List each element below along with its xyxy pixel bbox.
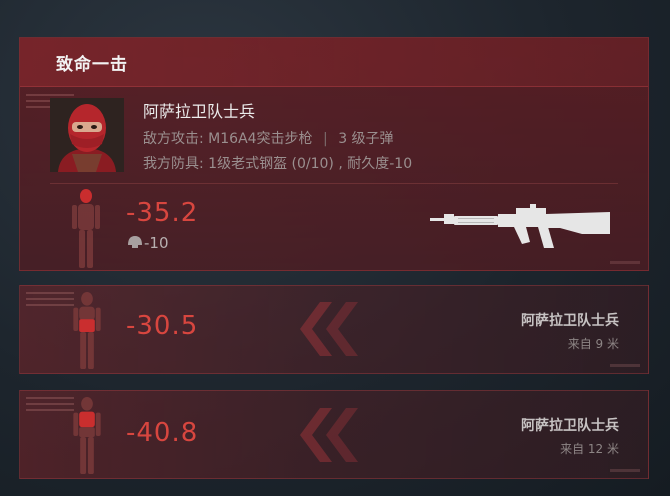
enemy-attack-label: 敌方攻击: xyxy=(143,131,204,147)
attacker-name: 阿萨拉卫队士兵 xyxy=(521,313,619,329)
double-chevron-left-icon xyxy=(300,408,358,462)
killshot-damage: -35.2 xyxy=(126,198,199,228)
killshot-card: 致命一击 阿萨拉卫队士兵 敌方攻击: M16A4突击步枪 | 3 级子弹 我方防… xyxy=(19,37,649,271)
my-armor-line: 我方防具: 1级老式钢盔 (0/10) , 耐久度-10 xyxy=(143,153,412,173)
divider xyxy=(50,183,618,184)
enemy-attack-line: 敌方攻击: M16A4突击步枪 | 3 级子弹 xyxy=(143,128,394,148)
decorative-text-lines xyxy=(26,397,74,427)
hit-record-2: -40.8 阿萨拉卫队士兵 来自 12 米 xyxy=(19,390,649,479)
hit-distance: 来自 9 米 xyxy=(567,337,619,351)
enemy-name: 阿萨拉卫队士兵 xyxy=(143,102,256,121)
hit-distance: 来自 12 米 xyxy=(560,442,619,456)
killshot-title: 致命一击 xyxy=(56,55,128,75)
my-armor-detail: 1级老式钢盔 (0/10) , 耐久度-10 xyxy=(208,156,413,172)
separator: | xyxy=(323,131,328,147)
decorative-mark xyxy=(610,364,640,367)
double-chevron-left-icon xyxy=(300,302,358,356)
hit-damage: -40.8 xyxy=(126,418,199,448)
attacker-name: 阿萨拉卫队士兵 xyxy=(521,418,619,434)
my-armor-label: 我方防具: xyxy=(143,156,204,172)
decorative-mark xyxy=(610,261,640,264)
decorative-mark xyxy=(610,469,640,472)
killshot-title-bar: 致命一击 xyxy=(20,38,648,87)
armor-damage: -10 xyxy=(144,234,169,252)
helmet-icon xyxy=(128,236,142,248)
ammo-level: 3 级子弹 xyxy=(338,131,394,147)
enemy-avatar xyxy=(50,98,124,172)
m16a4-rifle-icon xyxy=(430,204,610,248)
hit-damage: -30.5 xyxy=(126,311,199,341)
body-silhouette-icon xyxy=(73,396,101,475)
decorative-text-lines xyxy=(26,292,74,322)
body-silhouette-icon xyxy=(72,189,100,268)
body-silhouette-icon xyxy=(73,291,101,370)
hit-record-1: -30.5 阿萨拉卫队士兵 来自 9 米 xyxy=(19,285,649,374)
enemy-weapon: M16A4突击步枪 xyxy=(208,131,313,147)
